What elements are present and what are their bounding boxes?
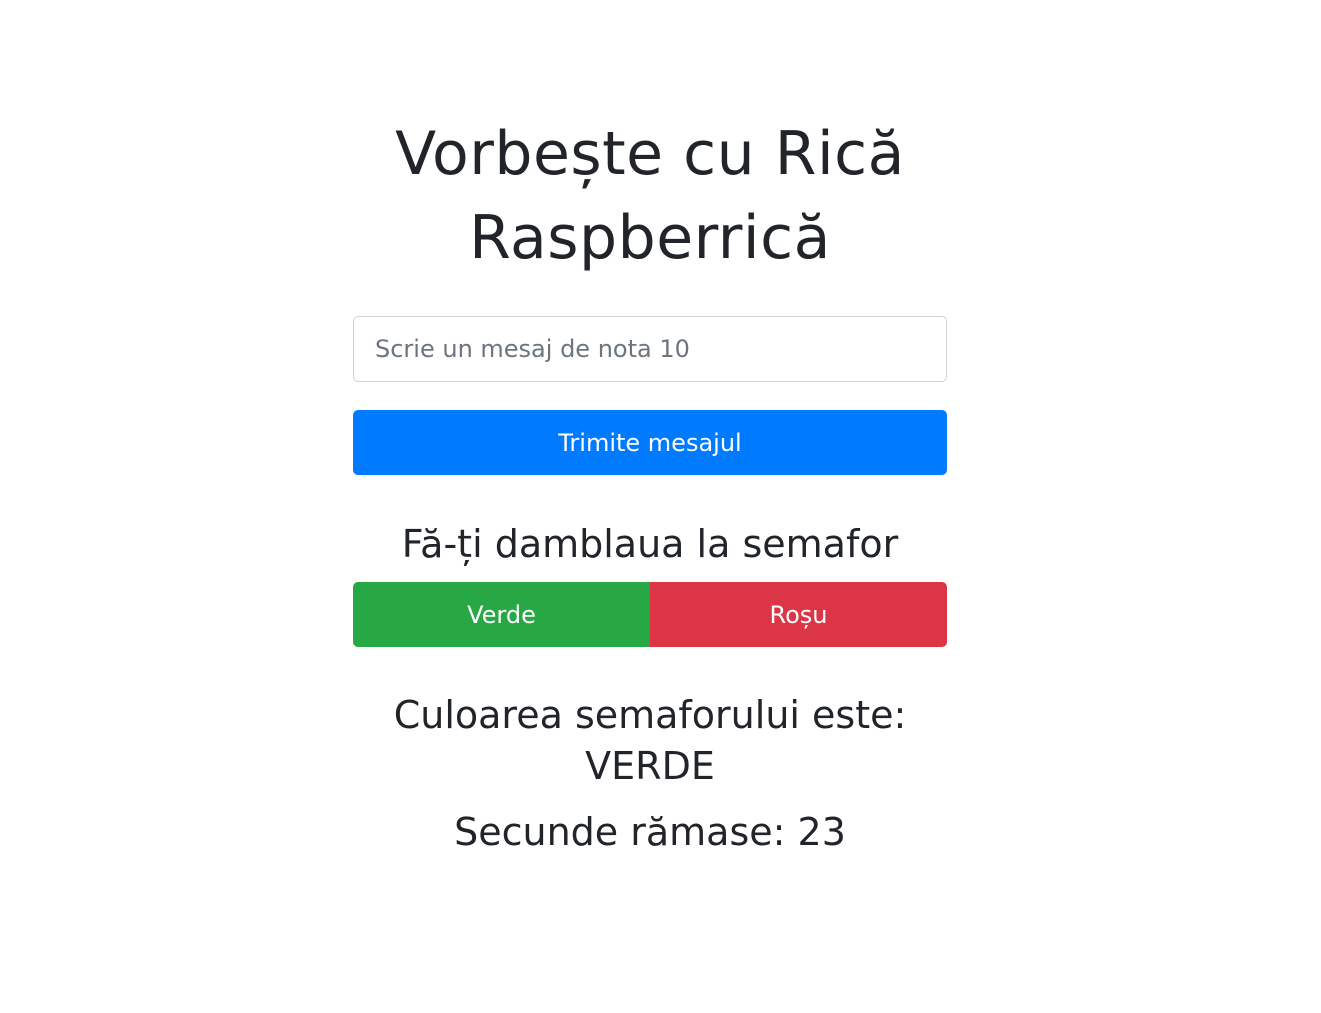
countdown-label: Secunde rămase: (454, 810, 786, 854)
semaphore-status-value: VERDE (585, 744, 715, 788)
semaphore-heading: Fă-ți damblaua la semafor (401, 522, 899, 566)
send-message-button[interactable]: Trimite mesajul (353, 410, 947, 475)
page-title: Vorbește cu Rică Raspberrică (323, 112, 977, 280)
page-title-line2: Raspberrică (469, 203, 831, 273)
semaphore-button-group: Verde Roșu (353, 582, 947, 647)
green-light-button[interactable]: Verde (353, 582, 650, 647)
red-light-button[interactable]: Roșu (650, 582, 947, 647)
page-title-line1: Vorbește cu Rică (395, 119, 905, 189)
countdown: Secunde rămase: 23 (353, 806, 947, 858)
semaphore-status-label: Culoarea semaforului este: (393, 693, 907, 737)
message-input[interactable] (353, 316, 947, 382)
countdown-value: 23 (797, 810, 846, 854)
semaphore-status: Culoarea semaforului este: VERDE (333, 690, 967, 792)
